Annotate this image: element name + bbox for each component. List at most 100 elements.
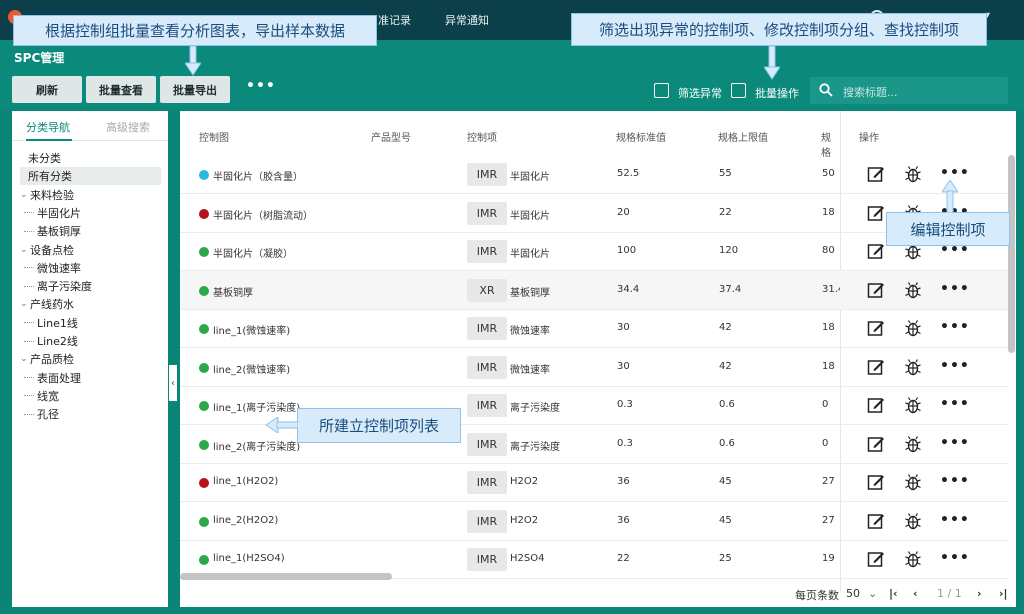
edit-icon[interactable] — [867, 473, 885, 491]
edit-icon[interactable] — [867, 319, 885, 337]
bug-icon[interactable] — [904, 512, 922, 530]
tab-advanced-search[interactable]: 高级搜索 — [106, 119, 150, 135]
first-page-icon[interactable]: |‹ — [889, 587, 898, 600]
more-actions-icon[interactable]: ••• — [940, 396, 970, 412]
nav-item-alerts[interactable]: 异常通知 — [445, 12, 489, 28]
bug-icon[interactable] — [904, 358, 922, 376]
vertical-scrollbar[interactable] — [1008, 155, 1015, 353]
nav-item-records[interactable]: 准记录 — [378, 12, 411, 28]
more-options-button[interactable]: ••• — [246, 78, 276, 94]
expand-caret-icon[interactable]: ⌄ — [20, 354, 30, 364]
chevron-down-icon[interactable]: ⌄ — [868, 587, 877, 600]
tree-item[interactable]: 未分类 — [20, 149, 161, 167]
next-page-icon[interactable]: › — [977, 587, 982, 600]
cell-chart-name[interactable]: line_1(H2O2) — [213, 476, 278, 487]
expand-caret-icon[interactable]: ⌄ — [20, 299, 30, 309]
cell-std-value: 30 — [617, 322, 630, 333]
tree-item[interactable]: 孔径 — [24, 405, 161, 423]
cell-chart-name[interactable]: 半固化片（凝胶） — [213, 245, 293, 260]
tree-item[interactable]: 半固化片 — [24, 204, 161, 222]
table-row[interactable]: line_1(微蚀速率) IMR 微蚀速率 30 42 18 ••• — [180, 309, 1008, 348]
more-actions-icon[interactable]: ••• — [940, 281, 970, 297]
cell-upper-value: 0.6 — [719, 399, 735, 410]
cell-std-value: 100 — [617, 245, 637, 256]
bug-icon[interactable] — [904, 319, 922, 337]
tree-item[interactable]: 所有分类 — [20, 167, 161, 186]
cell-chart-name[interactable]: 半固化片（胶含量） — [213, 168, 303, 183]
more-actions-icon[interactable]: ••• — [940, 435, 970, 451]
edit-icon[interactable] — [867, 358, 885, 376]
batch-export-button[interactable]: 批量导出 — [160, 76, 230, 103]
cell-chart-name[interactable]: line_2(微蚀速率) — [213, 361, 290, 376]
more-actions-icon[interactable]: ••• — [940, 165, 970, 181]
cell-chart-name[interactable]: line_1(离子污染度) — [213, 399, 300, 414]
table-row[interactable]: line_1(H2O2) IMR H2O2 36 45 27 ••• — [180, 463, 1008, 502]
column-header-actions: 操作 — [859, 133, 879, 144]
edit-icon[interactable] — [867, 435, 885, 453]
cell-chart-name[interactable]: line_2(H2O2) — [213, 515, 278, 526]
tree-group[interactable]: ⌄ 来料检验 — [20, 186, 161, 204]
horizontal-scrollbar[interactable] — [180, 573, 392, 580]
batch-ops-checkbox[interactable] — [731, 83, 746, 98]
more-actions-icon[interactable]: ••• — [940, 550, 970, 566]
tree-item[interactable]: 表面处理 — [24, 369, 161, 387]
tree-item[interactable]: 离子污染度 — [24, 277, 161, 295]
tree-item[interactable]: 线宽 — [24, 387, 161, 405]
search-box[interactable]: 搜索标题... — [810, 77, 1008, 104]
edit-icon[interactable] — [867, 281, 885, 299]
filter-abnormal-checkbox[interactable] — [654, 83, 669, 98]
callout-edit-arrow — [942, 180, 958, 213]
edit-icon[interactable] — [867, 165, 885, 183]
more-actions-icon[interactable]: ••• — [940, 319, 970, 335]
search-placeholder[interactable]: 搜索标题... — [843, 84, 898, 100]
tree-connector — [24, 212, 34, 214]
tree-item[interactable]: Line2线 — [24, 332, 161, 350]
cell-std-value: 34.4 — [617, 283, 640, 295]
more-actions-icon[interactable]: ••• — [940, 473, 970, 489]
collapse-sidebar-button[interactable]: ‹ — [169, 365, 177, 401]
cell-spec-value: 18 — [822, 322, 835, 333]
batch-view-button[interactable]: 批量查看 — [86, 76, 156, 103]
cell-spec-value: 27 — [822, 514, 835, 526]
cell-upper-value: 45 — [719, 514, 732, 526]
cell-chart-name[interactable]: 半固化片（树脂流动） — [213, 207, 313, 222]
bug-icon[interactable] — [904, 165, 922, 183]
bug-icon[interactable] — [904, 435, 922, 453]
last-page-icon[interactable]: ›| — [999, 587, 1008, 600]
bug-icon[interactable] — [904, 281, 922, 299]
table-row[interactable]: 半固化片（凝胶） IMR 半固化片 100 120 80 ••• — [180, 232, 1008, 271]
table-row[interactable]: 基板铜厚XR基板铜厚34.437.431.4••• — [180, 270, 1008, 310]
cell-chart-name[interactable]: line_2(离子污染度) — [213, 438, 300, 453]
bug-icon[interactable] — [904, 396, 922, 414]
edit-icon[interactable] — [867, 512, 885, 530]
more-actions-icon[interactable]: ••• — [940, 358, 970, 374]
edit-icon[interactable] — [867, 396, 885, 414]
bug-icon[interactable] — [904, 473, 922, 491]
tab-category-nav[interactable]: 分类导航 — [26, 119, 70, 135]
tree-item[interactable]: Line1线 — [24, 314, 161, 332]
tree-group[interactable]: ⌄ 产品质检 — [20, 350, 161, 368]
expand-caret-icon[interactable]: ⌄ — [20, 190, 30, 200]
cell-control-item: 离子污染度 — [510, 441, 560, 453]
prev-page-icon[interactable]: ‹ — [913, 587, 918, 600]
tree-group[interactable]: ⌄ 产线药水 — [20, 295, 161, 313]
cell-chart-name[interactable]: line_1(微蚀速率) — [213, 322, 290, 337]
refresh-button[interactable]: 刷新 — [12, 76, 82, 103]
table-row[interactable]: line_2(H2O2) IMR H2O2 36 45 27 ••• — [180, 502, 1008, 541]
tree-item[interactable]: 基板铜厚 — [24, 222, 161, 240]
column-header-model: 产品型号 — [371, 133, 411, 144]
edit-icon[interactable] — [867, 204, 885, 222]
table-row[interactable]: 半固化片（树脂流动）IMR半固化片202218••• — [180, 194, 1008, 233]
per-page-select[interactable]: 50 — [846, 587, 860, 600]
tree-group[interactable]: ⌄ 设备点检 — [20, 241, 161, 259]
cell-chart-name[interactable]: 基板铜厚 — [213, 284, 253, 299]
tree-item[interactable]: 微蚀速率 — [24, 259, 161, 277]
table-row[interactable]: line_2(微蚀速率) IMR 微蚀速率 30 42 18 ••• — [180, 348, 1008, 387]
bug-icon[interactable] — [904, 550, 922, 568]
table-row[interactable]: 半固化片（胶含量） IMR 半固化片 52.5 55 50 ••• — [180, 155, 1008, 194]
cell-chart-name[interactable]: line_1(H2SO4) — [213, 553, 285, 564]
expand-caret-icon[interactable]: ⌄ — [20, 245, 30, 255]
more-actions-icon[interactable]: ••• — [940, 512, 970, 528]
edit-icon[interactable] — [867, 242, 885, 260]
edit-icon[interactable] — [867, 550, 885, 568]
